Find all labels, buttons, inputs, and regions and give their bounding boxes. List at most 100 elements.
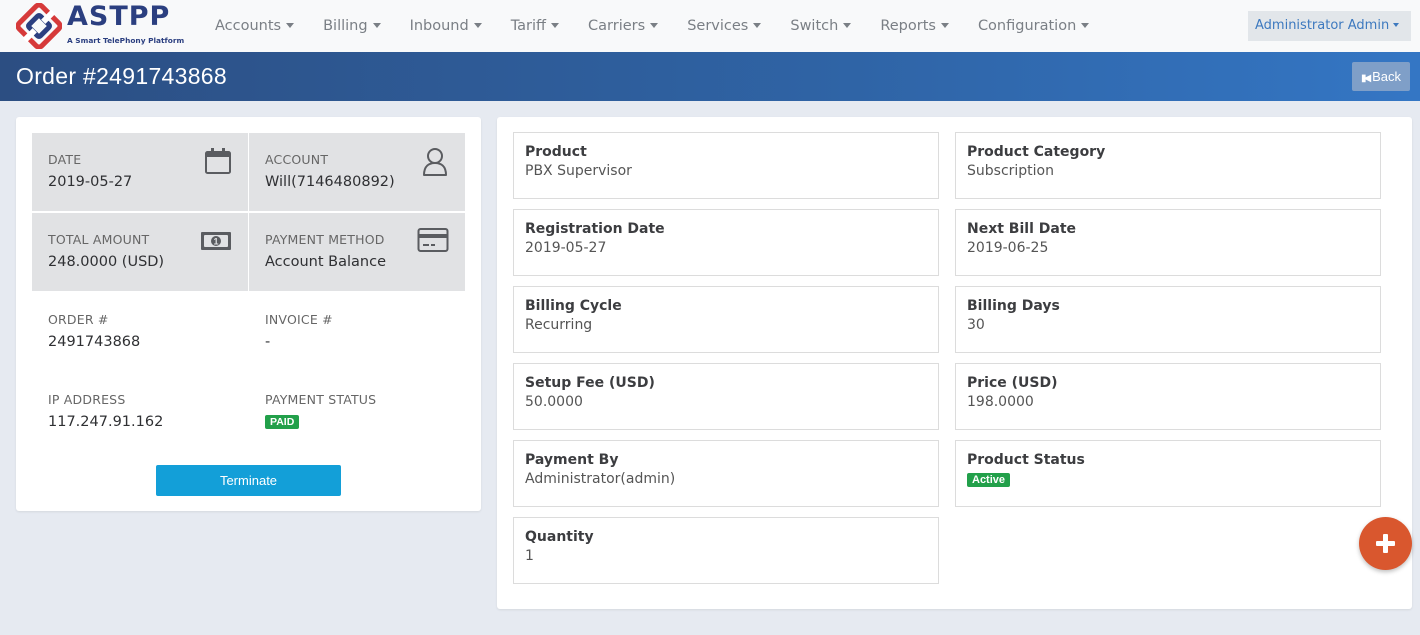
- nav-services-label: Services: [687, 18, 749, 34]
- next-bill-date-value: 2019-06-25: [967, 240, 1049, 256]
- field-next-bill-date: Next Bill Date 2019-06-25: [955, 209, 1381, 276]
- setup-fee-value: 50.0000: [525, 394, 583, 410]
- quantity-value: 1: [525, 548, 534, 564]
- summary-invoice-number: INVOICE # -: [249, 293, 465, 371]
- chevron-down-icon: [753, 22, 762, 28]
- nav-inbound[interactable]: Inbound: [410, 18, 482, 34]
- credit-card-icon: [417, 228, 449, 252]
- nav-carriers-label: Carriers: [588, 18, 646, 34]
- field-product-category: Product Category Subscription: [955, 132, 1381, 199]
- summary-payment-method: PAYMENT METHOD Account Balance: [249, 213, 465, 291]
- user-menu-button[interactable]: Administrator Admin: [1248, 11, 1411, 41]
- date-value: 2019-05-27: [48, 174, 133, 190]
- field-billing-days: Billing Days 30: [955, 286, 1381, 353]
- chevron-down-icon: [551, 22, 560, 28]
- registration-date-value: 2019-05-27: [525, 240, 607, 256]
- product-label: Product: [525, 144, 587, 160]
- nav-carriers[interactable]: Carriers: [588, 18, 659, 34]
- plus-icon-stroke: [1383, 534, 1388, 553]
- chevron-down-icon: [372, 22, 381, 28]
- main-menu: Accounts Billing Inbound Tariff Carriers…: [215, 0, 1118, 52]
- terminate-button[interactable]: Terminate: [156, 465, 341, 496]
- chevron-down-icon: [1081, 22, 1090, 28]
- user-icon: [423, 148, 447, 176]
- back-button[interactable]: ▮◀ Back: [1352, 62, 1410, 91]
- payment-by-label: Payment By: [525, 452, 619, 468]
- calendar-icon: [205, 148, 231, 174]
- invoice-number-value: -: [265, 334, 271, 350]
- chevron-down-icon: [473, 22, 482, 28]
- order-number-value: 2491743868: [48, 334, 141, 350]
- nav-configuration-label: Configuration: [977, 18, 1077, 34]
- nav-tariff[interactable]: Tariff: [510, 18, 560, 34]
- brand-name: ASTPP: [67, 1, 171, 32]
- skip-back-icon: ▮◀: [1360, 73, 1371, 84]
- user-menu-label: Administrator Admin: [1255, 18, 1390, 33]
- billing-days-value: 30: [967, 317, 985, 333]
- svg-text:1: 1: [213, 237, 218, 247]
- ip-address-value: 117.247.91.162: [48, 414, 164, 430]
- billing-cycle-value: Recurring: [525, 317, 593, 333]
- field-product-status: Product Status Active: [955, 440, 1381, 507]
- field-registration-date: Registration Date 2019-05-27: [513, 209, 939, 276]
- product-category-value: Subscription: [967, 163, 1054, 179]
- product-status-label: Product Status: [967, 452, 1085, 468]
- summary-total-amount: TOTAL AMOUNT 248.0000 (USD) 1: [32, 213, 248, 291]
- field-payment-by: Payment By Administrator(admin): [513, 440, 939, 507]
- nav-configuration[interactable]: Configuration: [977, 18, 1090, 34]
- field-quantity: Quantity 1: [513, 517, 939, 584]
- ip-address-label: IP ADDRESS: [48, 392, 126, 407]
- nav-reports-label: Reports: [880, 18, 936, 34]
- top-navbar: ASTPP A Smart TelePhony Platform Account…: [0, 0, 1420, 52]
- invoice-number-label: INVOICE #: [265, 312, 333, 327]
- nav-billing[interactable]: Billing: [323, 18, 381, 34]
- payment-status-label: PAYMENT STATUS: [265, 392, 377, 407]
- astpp-logo-icon: [16, 3, 62, 49]
- nav-inbound-label: Inbound: [409, 18, 469, 34]
- chevron-down-icon: [286, 22, 295, 28]
- money-icon: 1: [201, 232, 231, 250]
- brand-logo[interactable]: ASTPP A Smart TelePhony Platform: [16, 1, 191, 49]
- next-bill-date-label: Next Bill Date: [967, 221, 1077, 237]
- nav-reports[interactable]: Reports: [880, 18, 949, 34]
- field-price: Price (USD) 198.0000: [955, 363, 1381, 430]
- summary-account: ACCOUNT Will(7146480892): [249, 133, 465, 211]
- back-button-label: Back: [1372, 69, 1402, 84]
- summary-ip-address: IP ADDRESS 117.247.91.162: [32, 373, 248, 451]
- summary-payment-status: PAYMENT STATUS PAID: [249, 373, 465, 451]
- brand-tagline: A Smart TelePhony Platform: [67, 36, 185, 45]
- payment-method-value: Account Balance: [265, 254, 386, 270]
- payment-status-badge: PAID: [265, 415, 300, 429]
- page-header: Order #2491743868 ▮◀ Back: [0, 52, 1420, 101]
- chevron-down-icon: [940, 22, 949, 28]
- nav-switch-label: Switch: [790, 18, 839, 34]
- chevron-down-icon: [650, 22, 659, 28]
- nav-accounts[interactable]: Accounts: [215, 18, 295, 34]
- field-setup-fee: Setup Fee (USD) 50.0000: [513, 363, 939, 430]
- summary-order-number: ORDER # 2491743868: [32, 293, 248, 371]
- product-category-label: Product Category: [967, 144, 1106, 160]
- summary-date: DATE 2019-05-27: [32, 133, 248, 211]
- total-amount-value: 248.0000 (USD): [48, 254, 165, 270]
- nav-tariff-label: Tariff: [510, 18, 547, 34]
- field-billing-cycle: Billing Cycle Recurring: [513, 286, 939, 353]
- chevron-down-icon: [843, 22, 852, 28]
- payment-by-value: Administrator(admin): [525, 471, 676, 487]
- quantity-label: Quantity: [525, 529, 594, 545]
- chevron-down-icon: [1393, 22, 1400, 27]
- setup-fee-label: Setup Fee (USD): [525, 375, 655, 391]
- billing-days-label: Billing Days: [967, 298, 1060, 314]
- price-label: Price (USD): [967, 375, 1058, 391]
- registration-date-label: Registration Date: [525, 221, 665, 237]
- nav-services[interactable]: Services: [687, 18, 762, 34]
- nav-switch[interactable]: Switch: [790, 18, 852, 34]
- page-title: Order #2491743868: [16, 63, 227, 89]
- order-summary-panel: DATE 2019-05-27 ACCOUNT Will(7146480892)…: [16, 117, 481, 511]
- product-status-badge: Active: [967, 473, 1011, 487]
- order-number-label: ORDER #: [48, 312, 109, 327]
- product-details-panel: Product PBX Supervisor Product Category …: [497, 117, 1412, 609]
- nav-billing-label: Billing: [323, 18, 368, 34]
- billing-cycle-label: Billing Cycle: [525, 298, 622, 314]
- add-floating-button[interactable]: [1359, 517, 1412, 570]
- field-product: Product PBX Supervisor: [513, 132, 939, 199]
